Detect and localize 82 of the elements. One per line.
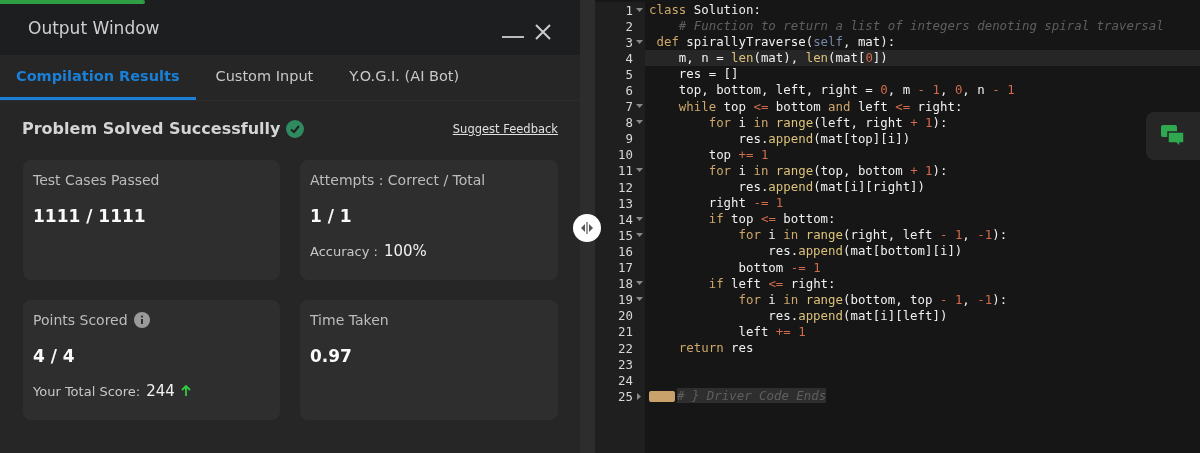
close-button[interactable] [534, 22, 552, 41]
code-line: res = [] [677, 66, 739, 82]
line-number: 9 [625, 131, 633, 147]
stat-sub-label: Your Total Score: [33, 383, 141, 399]
code-line: bottom -= 1 [737, 259, 821, 275]
line-number: 25 [618, 388, 633, 404]
fold-caret-icon[interactable] [635, 297, 643, 303]
line-number: 8 [625, 115, 633, 131]
line-number: 23 [618, 356, 633, 372]
code-line: left += 1 [737, 323, 806, 339]
code-line: if left <= right: [707, 275, 836, 291]
status-text: Problem Solved Successfully [22, 119, 281, 138]
stat-label: Time Taken [310, 312, 389, 328]
line-number: 2 [625, 18, 633, 34]
tab[interactable]: Custom Input [199, 55, 330, 100]
window-title: Output Window [28, 17, 160, 38]
stat-label: Points Scored [33, 312, 128, 328]
chat-button[interactable] [1146, 112, 1200, 160]
check-circle-icon [286, 119, 305, 138]
stat-value: 4 / 4 [33, 346, 76, 366]
line-number: 22 [618, 340, 633, 356]
stat-sub-value: 244 [146, 382, 175, 400]
code-line: for i in range(right, left - 1, -1): [737, 227, 1008, 243]
stat-value: 1 / 1 [310, 206, 353, 226]
feedback-link[interactable]: Suggest Feedback [452, 121, 558, 136]
line-number: 6 [625, 83, 633, 98]
fold-caret-icon[interactable] [635, 281, 643, 287]
stat-sub-value: 100% [383, 242, 427, 260]
stat-label: Attempts : Correct / Total [310, 172, 486, 188]
code-line: if top <= bottom: [707, 211, 836, 227]
fold-caret-icon[interactable] [635, 216, 643, 222]
line-number: 24 [618, 372, 633, 388]
code-line: res.append(mat[top][i]) [737, 130, 911, 146]
tab[interactable]: Compilation Results [0, 55, 196, 100]
line-number: 14 [618, 211, 633, 227]
stat-value: 0.97 [310, 346, 353, 366]
code-line: top, bottom, left, right = 0, m - 1, 0, n - 1 [677, 82, 1015, 98]
fold-caret-icon[interactable] [635, 7, 643, 13]
stat-value: 1111 / 1111 [33, 206, 147, 226]
line-number: 15 [618, 227, 633, 243]
line-number: 19 [618, 292, 633, 308]
fold-caret-icon[interactable] [635, 104, 643, 110]
code-line: for i in range(top, bottom + 1): [707, 162, 948, 178]
stat-label: Test Cases Passed [33, 172, 160, 188]
tab[interactable]: Y.O.G.I. (AI Bot) [333, 55, 476, 100]
stat-sub-label: Accuracy : [310, 243, 378, 259]
line-number: 20 [618, 308, 633, 324]
line-number: 11 [618, 163, 633, 179]
fold-caret-icon[interactable] [635, 232, 643, 238]
line-number: 4 [625, 50, 633, 66]
fold-marker-icon[interactable] [649, 391, 675, 403]
fold-caret-icon[interactable] [635, 120, 643, 126]
code-line: res.append(mat[bottom][i]) [767, 243, 963, 259]
line-number: 21 [618, 324, 633, 340]
code-line: top += 1 [707, 146, 769, 162]
code-line: # Function to return a list of integers denoting spiral traversal [677, 18, 1164, 34]
line-number: 7 [625, 99, 633, 115]
line-number: 12 [618, 179, 633, 195]
code-line: res.append(mat[i][left]) [767, 307, 948, 323]
line-number: 16 [618, 243, 633, 259]
code-line: right -= 1 [707, 195, 784, 211]
line-number: 18 [618, 276, 633, 292]
code-line: m, n = len(mat), len(mat[0]) [677, 50, 888, 66]
info-icon[interactable] [133, 312, 150, 328]
chat-icon [1160, 124, 1186, 148]
line-number: 17 [618, 260, 633, 276]
code-line: res.append(mat[i][right]) [737, 179, 926, 195]
unfold-caret-icon[interactable] [636, 392, 642, 400]
code-line: return res [677, 339, 754, 355]
line-number: 13 [618, 195, 633, 211]
code-line: while top <= bottom and left <= right: [677, 98, 963, 114]
line-number: 1 [625, 2, 633, 18]
minimize-icon [502, 36, 524, 38]
line-number: 10 [618, 147, 633, 163]
code-line: class Solution: [649, 2, 761, 17]
code-line: def spirallyTraverse(self, mat): [655, 34, 896, 50]
fold-caret-icon[interactable] [635, 39, 643, 45]
fold-caret-icon[interactable] [635, 168, 643, 174]
code-line: for i in range(left, right + 1): [707, 114, 948, 130]
code-line: for i in range(bottom, top - 1, -1): [737, 291, 1008, 307]
line-number: 5 [625, 66, 633, 82]
line-number: 3 [625, 34, 633, 50]
